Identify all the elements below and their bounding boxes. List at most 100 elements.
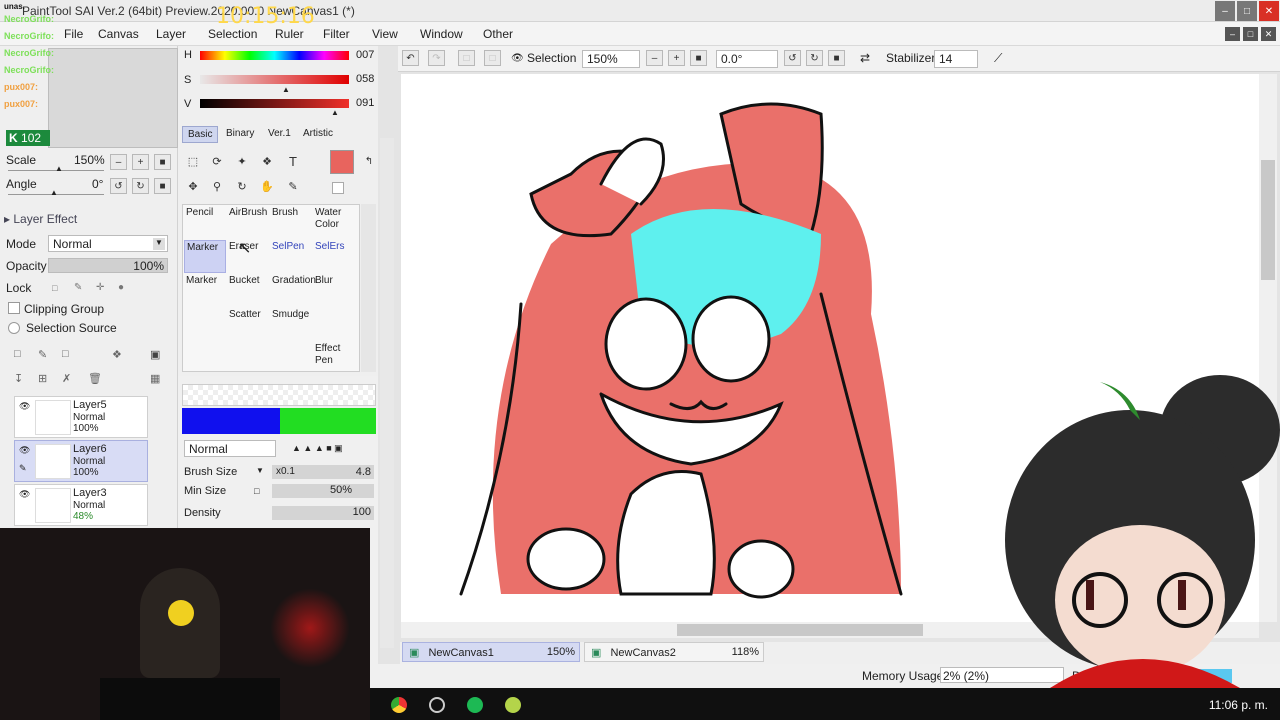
eyedropper-icon[interactable]: ✎	[284, 177, 302, 195]
text-tool-icon[interactable]: T	[284, 152, 302, 170]
brush-selers[interactable]: SelErs	[313, 240, 355, 273]
tertiary-color-swatch[interactable]	[280, 408, 376, 434]
secondary-color-swatch[interactable]	[182, 408, 280, 434]
brush-blur[interactable]: Blur	[313, 274, 355, 307]
tab-binary[interactable]: Binary	[221, 126, 259, 143]
selection-source-checkbox[interactable]	[8, 322, 20, 334]
merge-down-icon[interactable]: ⊞	[38, 372, 47, 385]
lock-move-icon[interactable]: ✛	[96, 282, 104, 293]
magic-wand-icon[interactable]: ✦	[233, 152, 251, 170]
tab-newcanvas2[interactable]: ▣ NewCanvas2 118%	[584, 642, 764, 662]
rotation-select[interactable]: 0.0°	[716, 50, 778, 68]
tab-basic[interactable]: Basic	[182, 126, 219, 143]
layer-row[interactable]: 👁 ✎ Layer6 Normal 100%	[14, 440, 148, 482]
brush-scatter[interactable]: Scatter	[227, 308, 269, 341]
deselect-icon[interactable]: □	[458, 50, 475, 66]
layer-row[interactable]: 👁 Layer5 Normal 100%	[14, 396, 148, 438]
pressure-icon[interactable]: □	[254, 486, 259, 496]
rotate-ccw-icon[interactable]: ↺	[784, 50, 801, 66]
brush-smudge[interactable]: Smudge	[270, 308, 312, 341]
layer-mode-select[interactable]: Normal ▼	[48, 235, 168, 252]
chrome-icon[interactable]	[391, 697, 407, 713]
hand-icon[interactable]: ✋	[258, 177, 276, 195]
obs-icon[interactable]	[429, 697, 445, 713]
swap-colors-icon[interactable]: ↰	[360, 152, 378, 170]
new-mask-icon[interactable]: ❖	[112, 348, 122, 361]
lock-transparency-icon[interactable]: □	[52, 283, 57, 293]
minimize-button[interactable]: –	[1215, 1, 1235, 21]
zoom-select[interactable]: 150%	[582, 50, 640, 68]
vertical-scroll-thumb[interactable]	[1261, 160, 1275, 280]
brush-size-menu-icon[interactable]: ▼	[256, 466, 264, 475]
flip-icon[interactable]: ⇄	[860, 51, 870, 65]
menu-filter[interactable]: Filter	[323, 27, 350, 41]
selection-visibility-icon[interactable]: 👁	[511, 53, 524, 64]
zoom-reset-icon[interactable]: ■	[690, 50, 707, 66]
visibility-eye-icon[interactable]: 👁	[19, 445, 30, 456]
panel-scrollbar[interactable]	[380, 138, 394, 648]
layer-mask-icon[interactable]: ▣	[150, 348, 160, 361]
scale-slider-handle[interactable]: ▲	[55, 164, 63, 173]
menu-window[interactable]: Window	[420, 27, 463, 41]
clipping-group-checkbox[interactable]	[8, 302, 20, 314]
tab-newcanvas1[interactable]: ▣ NewCanvas1 150%	[402, 642, 580, 662]
layer-select-icon[interactable]: ❖	[258, 152, 276, 170]
brush-watercolor[interactable]: Water Color	[313, 206, 355, 239]
brush-size-slider[interactable]: x0.1 4.8	[272, 465, 374, 479]
rotate-right-button[interactable]: ↻	[132, 178, 149, 194]
stabilizer-select[interactable]: 14	[934, 50, 978, 68]
brush-selpen[interactable]: SelPen	[270, 240, 312, 273]
visibility-eye-icon[interactable]: 👁	[19, 489, 30, 500]
zoom-out-button[interactable]: –	[110, 154, 127, 170]
hue-slider[interactable]	[200, 51, 349, 60]
brush-blend-select[interactable]: Normal	[184, 440, 276, 457]
zoom-icon[interactable]: ⚲	[208, 177, 226, 195]
tab-ver1[interactable]: Ver.1	[263, 126, 296, 143]
new-layer-icon[interactable]: □	[14, 348, 21, 360]
density-slider[interactable]: 100	[272, 506, 374, 520]
tab-artistic[interactable]: Artistic	[298, 126, 338, 143]
delete-layer-icon[interactable]: 🗑	[88, 372, 102, 385]
value-slider[interactable]	[200, 99, 349, 108]
transfer-down-icon[interactable]: ↧	[14, 372, 23, 385]
zoom-reset-button[interactable]: ■	[154, 154, 171, 170]
lasso-icon[interactable]: ⟳	[208, 152, 226, 170]
saturation-handle[interactable]: ▲	[282, 85, 290, 94]
new-folder-icon[interactable]: □	[62, 348, 69, 360]
redo-icon[interactable]: ↷	[428, 50, 445, 66]
brush-grid-scrollbar[interactable]	[361, 204, 376, 372]
brush-pencil[interactable]: Pencil	[184, 206, 226, 239]
painttool-sai-icon[interactable]	[505, 697, 521, 713]
undo-icon[interactable]: ↶	[402, 50, 419, 66]
zoom-in-icon[interactable]: +	[668, 50, 685, 66]
rect-select-icon[interactable]: ⬚	[184, 152, 202, 170]
visibility-eye-icon[interactable]: 👁	[19, 401, 30, 412]
doc-minimize-button[interactable]: –	[1225, 27, 1240, 41]
layer-row[interactable]: 👁 Layer3 Normal 48%	[14, 484, 148, 526]
maximize-button[interactable]: □	[1237, 1, 1257, 21]
zoom-out-icon[interactable]: –	[646, 50, 663, 66]
brush-bucket[interactable]: Bucket	[227, 274, 269, 307]
spotify-icon[interactable]	[467, 697, 483, 713]
doc-close-button[interactable]: ✕	[1261, 27, 1276, 41]
clear-layer-icon[interactable]: ✗	[62, 372, 71, 385]
brush-airbrush[interactable]: AirBrush	[227, 206, 269, 239]
doc-restore-button[interactable]: □	[1243, 27, 1258, 41]
line-tool-icon[interactable]: ⟋	[994, 51, 1002, 66]
saturation-slider[interactable]	[200, 75, 349, 84]
brush-shape-icon[interactable]: ▲ ▲ ▲ ■ ▣	[292, 443, 343, 454]
value-handle[interactable]: ▲	[331, 108, 339, 117]
move-icon[interactable]: ✥	[184, 177, 202, 195]
rotate-reset-icon[interactable]: ■	[828, 50, 845, 66]
brush-gradation[interactable]: Gradation	[270, 274, 316, 307]
zoom-in-button[interactable]: +	[132, 154, 149, 170]
rotate-left-button[interactable]: ↺	[110, 178, 127, 194]
menu-view[interactable]: View	[372, 27, 398, 41]
brush-effect-pen[interactable]: Effect Pen	[313, 342, 355, 375]
rotate-cw-icon[interactable]: ↻	[806, 50, 823, 66]
invert-selection-icon[interactable]: □	[484, 50, 501, 66]
brush-marker-2[interactable]: Marker	[184, 274, 226, 307]
menu-selection[interactable]: Selection	[208, 27, 257, 41]
close-button[interactable]: ✕	[1259, 1, 1279, 21]
lock-all-icon[interactable]: ●	[118, 282, 124, 293]
